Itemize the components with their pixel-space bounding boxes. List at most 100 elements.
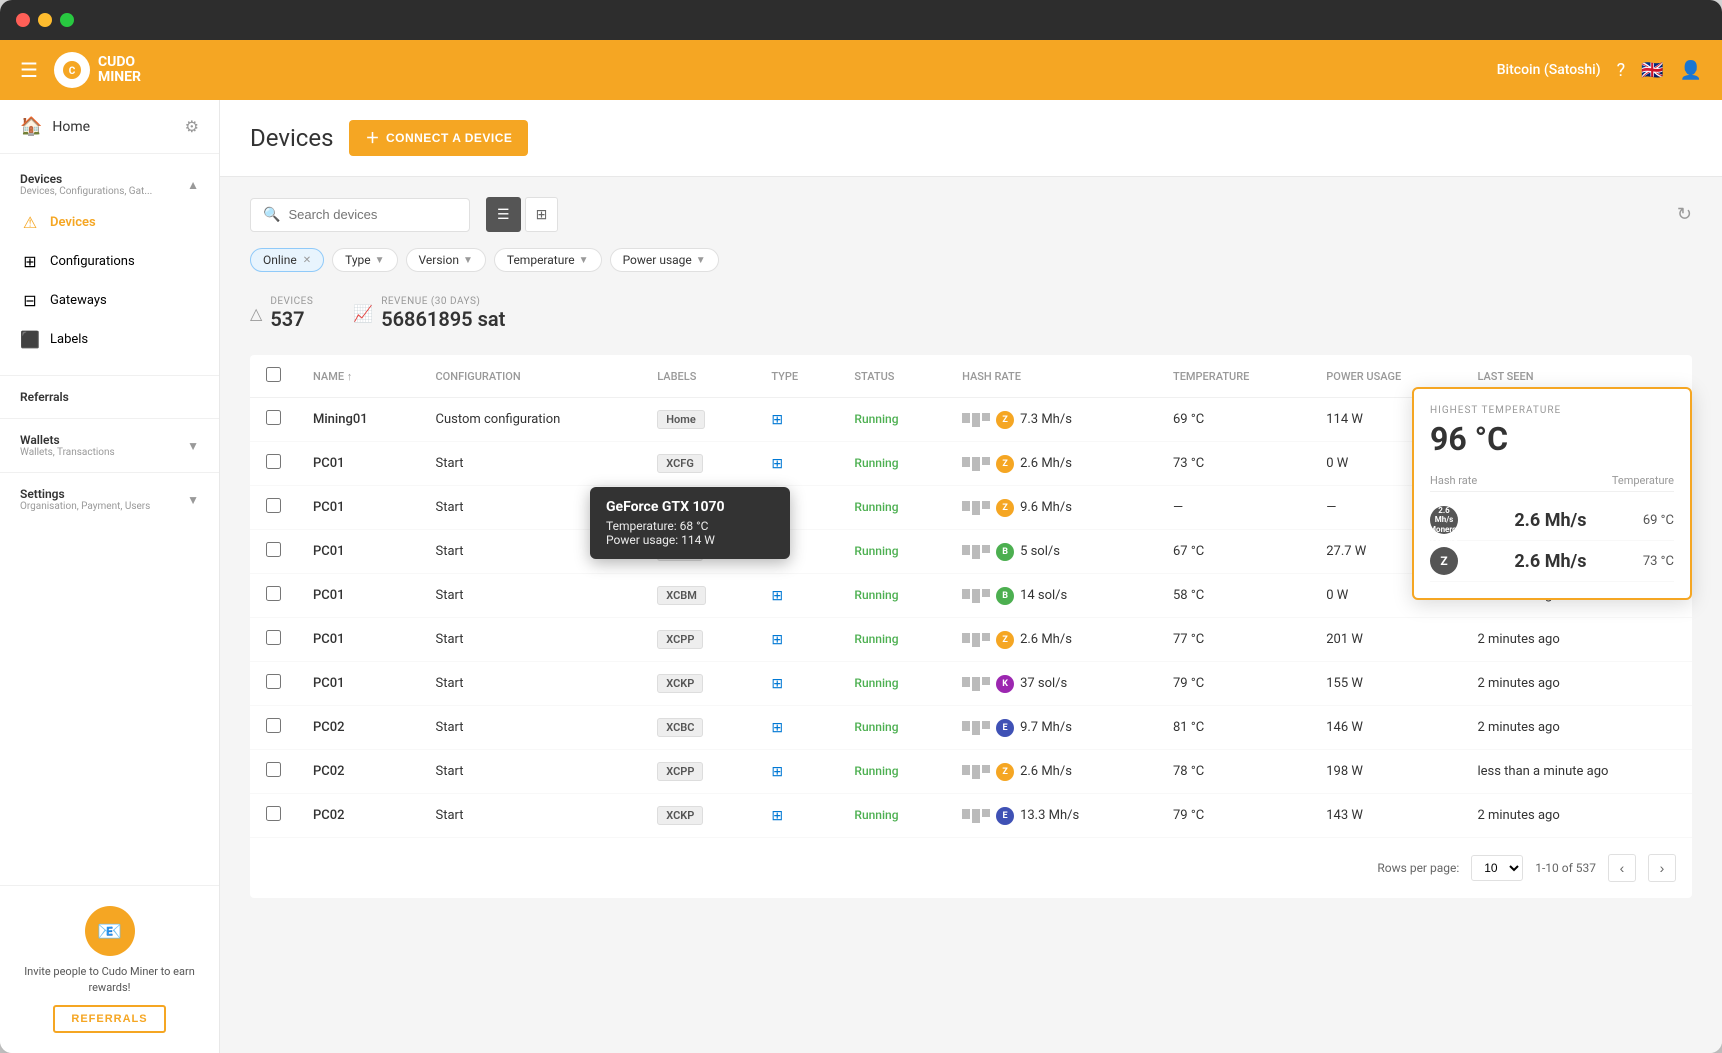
cell-temp: 77 °C (1157, 618, 1310, 662)
cell-label: XCPP (641, 750, 755, 794)
row-checkbox[interactable] (266, 542, 281, 557)
row-checkbox[interactable] (266, 586, 281, 601)
windows-icon: ⊞ (771, 456, 783, 472)
select-all-checkbox[interactable] (266, 367, 281, 382)
filter-version[interactable]: Version ▼ (406, 248, 486, 272)
cell-config: Start (420, 574, 642, 618)
revenue-stat-icon: 📈 (353, 304, 373, 323)
referrals-button[interactable]: REFERRALS (53, 1005, 165, 1033)
svg-text:C: C (69, 66, 76, 77)
cell-status: Running (838, 794, 946, 838)
hamburger-icon[interactable]: ☰ (20, 58, 38, 82)
list-view-button[interactable]: ☰ (486, 197, 521, 232)
cell-power: 201 W (1310, 618, 1461, 662)
account-icon[interactable]: 👤 (1680, 60, 1702, 81)
referrals-section-header[interactable]: Referrals (0, 380, 219, 414)
cell-power: 143 W (1310, 794, 1461, 838)
prev-page-button[interactable]: ‹ (1608, 854, 1636, 882)
table-row: PC01 Start XCKP ⊞ Running K 37 sol/s 79 … (250, 662, 1692, 706)
app-window: ☰ C CUDO MINER Bitcoin (Satoshi) (0, 0, 1722, 1053)
table-row: PC02 Start XCKP ⊞ Running E 13.3 Mh/s 79… (250, 794, 1692, 838)
tooltip-popup: GeForce GTX 1070 Temperature: 68 °C Powe… (590, 487, 790, 559)
cell-temp: — (1157, 486, 1310, 530)
highlight-card-row-2: Z 2.6 Mh/s 73 °C (1430, 541, 1674, 582)
cell-status: Running (838, 574, 946, 618)
sidebar-devices-label: Devices (50, 215, 96, 230)
highlight-card-label: HIGHEST TEMPERATURE (1430, 405, 1674, 416)
row-checkbox[interactable] (266, 762, 281, 777)
logo-text: CUDO MINER (98, 55, 141, 86)
cell-lastseen: 2 minutes ago (1461, 706, 1692, 750)
sidebar-item-devices[interactable]: ⚠ Devices (0, 203, 219, 242)
topnav-left: ☰ C CUDO MINER (20, 52, 1497, 88)
wallets-section-header[interactable]: Wallets Wallets, Transactions ▼ (0, 423, 219, 468)
stat-devices: △ DEVICES 537 (250, 296, 313, 331)
row-checkbox[interactable] (266, 674, 281, 689)
row-checkbox[interactable] (266, 498, 281, 513)
cell-label: Home (641, 398, 755, 442)
row-checkbox[interactable] (266, 806, 281, 821)
cell-power: 198 W (1310, 750, 1461, 794)
cell-lastseen: 2 minutes ago (1461, 618, 1692, 662)
cell-config: Start (420, 750, 642, 794)
settings-gear-icon[interactable]: ⚙ (185, 117, 199, 136)
row-checkbox[interactable] (266, 630, 281, 645)
table-row: PC01 Start XCPP ⊞ Running Z 2.6 Mh/s 77 … (250, 618, 1692, 662)
grid-view-button[interactable]: ⊞ (525, 197, 559, 232)
cell-hashrate: B 14 sol/s (946, 574, 1157, 618)
sidebar-item-gateways[interactable]: ⊟ Gateways (0, 281, 219, 320)
devices-section-sub: Devices, Configurations, Gat... (20, 186, 152, 197)
cell-status: Running (838, 442, 946, 486)
row-checkbox[interactable] (266, 454, 281, 469)
cell-status: Running (838, 662, 946, 706)
sidebar-item-labels[interactable]: ⬛ Labels (0, 320, 219, 359)
wallets-chevron-icon: ▼ (187, 439, 199, 453)
cell-status: Running (838, 618, 946, 662)
filter-version-chevron-icon: ▼ (463, 255, 473, 266)
cell-config: Start (420, 662, 642, 706)
language-icon[interactable]: 🇬🇧 (1641, 60, 1663, 81)
sidebar-item-configurations[interactable]: ⊞ Configurations (0, 242, 219, 281)
home-label[interactable]: Home (52, 119, 90, 135)
row-checkbox[interactable] (266, 718, 281, 733)
col-type: Type (755, 355, 838, 398)
cell-name: PC01 (297, 442, 420, 486)
filter-temperature[interactable]: Temperature ▼ (494, 248, 602, 272)
settings-section-header[interactable]: Settings Organisation, Payment, Users ▼ (0, 477, 219, 522)
filter-online-close-icon[interactable]: ✕ (303, 255, 311, 266)
filter-power-usage[interactable]: Power usage ▼ (610, 248, 719, 272)
cell-type: ⊞ (755, 662, 838, 706)
configurations-icon: ⊞ (20, 252, 40, 271)
cell-name: Mining01 (297, 398, 420, 442)
col-name[interactable]: Name ↑ (297, 355, 420, 398)
row-checkbox[interactable] (266, 410, 281, 425)
connect-device-button[interactable]: ＋ CONNECT A DEVICE (349, 120, 528, 156)
cell-status: Running (838, 486, 946, 530)
table-row: PC02 Start XCBC ⊞ Running E 9.7 Mh/s 81 … (250, 706, 1692, 750)
col-temperature: Temperature (1157, 355, 1310, 398)
minimize-button[interactable] (38, 13, 52, 27)
cell-config: Custom configuration (420, 398, 642, 442)
filter-type[interactable]: Type ▼ (332, 248, 397, 272)
cell-power: 155 W (1310, 662, 1461, 706)
devices-section: Devices Devices, Configurations, Gat... … (0, 154, 219, 371)
content-area: Devices ＋ CONNECT A DEVICE 🔍 ☰ (220, 100, 1722, 1053)
cell-name: PC01 (297, 486, 420, 530)
maximize-button[interactable] (60, 13, 74, 27)
rows-per-page-select[interactable]: 10 25 50 (1471, 855, 1523, 881)
cell-config: Start (420, 442, 642, 486)
refresh-button[interactable]: ↻ (1677, 204, 1692, 225)
windows-icon: ⊞ (771, 764, 783, 780)
highlight-card-value: 96 °C (1430, 420, 1674, 458)
next-page-button[interactable]: › (1648, 854, 1676, 882)
help-icon[interactable]: ? (1617, 60, 1626, 81)
coin-bubble-z2: Z (1430, 547, 1458, 575)
sidebar: 🏠 Home ⚙ Devices Devices, Configurations… (0, 100, 220, 1053)
devices-section-header[interactable]: Devices Devices, Configurations, Gat... … (0, 166, 219, 203)
filter-online[interactable]: Online ✕ (250, 248, 324, 272)
cell-name: PC02 (297, 706, 420, 750)
windows-icon: ⊞ (771, 808, 783, 824)
close-button[interactable] (16, 13, 30, 27)
windows-icon: ⊞ (771, 720, 783, 736)
search-input[interactable] (288, 207, 457, 222)
